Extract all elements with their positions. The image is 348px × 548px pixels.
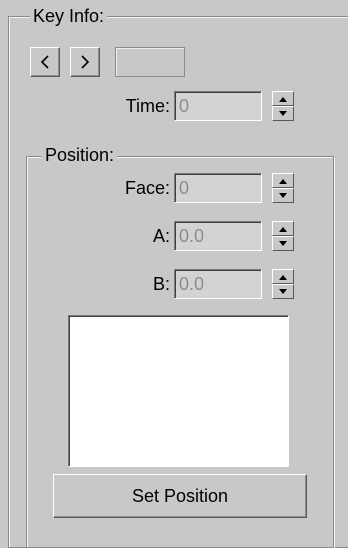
triangle-up-icon (279, 226, 287, 232)
triangle-up-icon (279, 274, 287, 280)
face-spinner[interactable] (272, 173, 294, 203)
b-spin-up[interactable] (272, 269, 294, 284)
time-spin-up[interactable] (272, 91, 294, 106)
b-spin-down[interactable] (272, 284, 294, 299)
position-list-box[interactable] (68, 315, 289, 467)
a-spinner[interactable] (272, 221, 294, 251)
time-spinner[interactable] (272, 91, 294, 121)
next-key-button[interactable] (70, 47, 100, 77)
face-spin-up[interactable] (272, 173, 294, 188)
triangle-down-icon (279, 240, 287, 246)
triangle-down-icon (279, 192, 287, 198)
b-spinner[interactable] (272, 269, 294, 299)
triangle-up-icon (279, 96, 287, 102)
face-field[interactable] (174, 173, 262, 203)
a-spin-up[interactable] (272, 221, 294, 236)
a-spin-down[interactable] (272, 236, 294, 251)
triangle-down-icon (279, 110, 287, 116)
time-field[interactable] (174, 91, 262, 121)
triangle-down-icon (279, 288, 287, 294)
key-number-display (115, 47, 185, 77)
position-legend: Position: (42, 145, 118, 165)
b-label: B: (152, 274, 170, 294)
time-spin-down[interactable] (272, 106, 294, 121)
triangle-up-icon (279, 178, 287, 184)
b-field[interactable] (174, 269, 262, 299)
face-spin-down[interactable] (272, 188, 294, 203)
chevron-right-icon (81, 55, 90, 69)
key-info-legend: Key Info: (30, 6, 108, 26)
face-label: Face: (124, 178, 170, 198)
time-label: Time: (125, 96, 170, 116)
a-field[interactable] (174, 221, 262, 251)
previous-key-button[interactable] (30, 47, 60, 77)
chevron-left-icon (40, 55, 49, 69)
set-position-button[interactable]: Set Position (53, 474, 307, 518)
a-label: A: (152, 226, 170, 246)
